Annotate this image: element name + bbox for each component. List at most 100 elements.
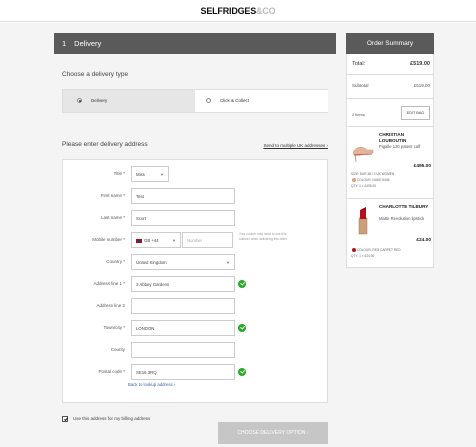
delivery-step-header: 1 Delivery: [54, 33, 336, 54]
order-summary-title: Order Summary: [346, 33, 434, 54]
mobile-hint: Your courier may need to use this number…: [239, 232, 288, 241]
colour-swatch: [352, 178, 356, 183]
bag-item: CHRISTIAN LOUBOUTIN Pigalle 120 patent c…: [351, 130, 431, 194]
country-select[interactable]: United Kingdom ▼: [131, 254, 235, 270]
item-colour: COLOUR: RED CARPET RED: [357, 248, 401, 252]
mobile-number-input[interactable]: Number: [182, 232, 233, 248]
divider: [347, 198, 433, 199]
title-select[interactable]: Miss ▼: [131, 166, 169, 182]
item-qty: QTY: 1 × £495.00: [351, 184, 377, 188]
mobile-label: Mobile number *: [92, 237, 125, 242]
title-label: Title *: [113, 171, 125, 176]
town-label: Town/city *: [103, 325, 125, 330]
step-title: Delivery: [74, 39, 102, 48]
subtotal-label: Subtotal: [352, 83, 369, 88]
total-value: £519.00: [410, 61, 430, 67]
first-name-label: First name *: [100, 193, 125, 198]
uk-flag-icon: [136, 238, 142, 243]
send-multiple-addresses-link[interactable]: Send to multiple UK addresses ›: [263, 143, 328, 148]
divider: [347, 126, 433, 127]
edit-bag-button[interactable]: EDIT BAG: [401, 106, 430, 120]
valid-check-icon: [238, 368, 246, 376]
address-line1-row: Address line 1 * 3 Abbey Gardens: [63, 276, 329, 292]
address-line1-label: Address line 1 *: [93, 281, 125, 286]
chevron-down-icon: ▼: [226, 260, 230, 265]
delivery-type-options: Delivery Click & Collect: [62, 89, 328, 113]
delivery-address-title: Please enter delivery address: [62, 141, 148, 148]
items-count: 2 items: [352, 112, 365, 117]
delivery-type-title: Choose a delivery type: [62, 71, 129, 78]
item-brand: CHRISTIAN LOUBOUTIN: [379, 132, 407, 143]
step-number: 1: [62, 39, 67, 48]
selfridges-logo[interactable]: SELFRIDGES&CO: [0, 6, 476, 16]
item-colour: COLOUR: NUDE 6046: [357, 178, 390, 182]
billing-checkbox-label: Use this address for my billing address: [73, 416, 151, 422]
subtotal-value: £519.00: [413, 83, 430, 88]
top-bar: SELFRIDGES&CO: [0, 0, 476, 22]
delivery-radio[interactable]: [77, 98, 82, 103]
billing-checkbox[interactable]: [62, 416, 68, 422]
checkout-delivery-panel: 1 Delivery Choose a delivery type Deliver…: [54, 33, 336, 447]
billing-address-checkbox-row[interactable]: Use this address for my billing address: [62, 416, 150, 422]
order-summary: Order Summary Total: £519.00 Subtotal £5…: [346, 33, 434, 268]
valid-check-icon: [238, 280, 246, 288]
mobile-row: Mobile number * GB +44 ▼ Number Your cou…: [63, 232, 329, 248]
town-row: Town/city * LONDON: [63, 320, 329, 336]
logo-main-text: SELFRIDGES: [200, 6, 257, 16]
postal-code-input[interactable]: SE16 3RQ: [131, 364, 235, 380]
address-line1-input[interactable]: 3 Abbey Gardens: [131, 276, 235, 292]
title-row: Title * Miss ▼: [63, 166, 329, 182]
delivery-option-label: Delivery: [91, 98, 108, 103]
item-brand: CHARLOTTE TILBURY: [379, 204, 429, 209]
country-value: United Kingdom: [136, 260, 167, 265]
county-label: County: [110, 347, 125, 352]
last-name-row: Last name * Scort: [63, 210, 329, 226]
county-row: County: [63, 342, 329, 358]
item-name: Matte Revolution lipstick: [379, 216, 425, 221]
town-input[interactable]: LONDON: [131, 320, 235, 336]
postal-code-label: Postal code *: [98, 369, 125, 374]
item-qty: QTY: 1 × £24.00: [351, 254, 375, 258]
checkout-page: 1 Delivery Choose a delivery type Deliver…: [0, 23, 476, 447]
country-code-value: GB +44: [144, 238, 159, 243]
click-collect-label: Click & Collect: [220, 98, 250, 103]
divider: [347, 98, 433, 99]
divider: [347, 74, 433, 75]
chevron-down-icon: ▼: [172, 238, 176, 243]
item-name: Pigalle 120 patent calf: [379, 144, 421, 149]
back-to-lookup-link[interactable]: Back to lookup address ›: [128, 382, 175, 387]
item-price: £24.00: [416, 238, 431, 243]
address-line2-input[interactable]: [131, 298, 235, 314]
item-size: SIZE: EUR 36 / 3 UK WOMEN: [351, 172, 395, 176]
postal-code-row: Postal code * SE16 3RQ: [63, 364, 329, 380]
delivery-option[interactable]: Delivery: [63, 90, 195, 112]
bag-item: CHARLOTTE TILBURY Matte Revolution lipst…: [351, 202, 431, 266]
click-collect-option[interactable]: Click & Collect: [196, 90, 328, 112]
click-collect-radio[interactable]: [206, 98, 211, 103]
logo-sub-text: &CO: [256, 6, 276, 16]
lipstick-image: [358, 207, 368, 235]
last-name-label: Last name *: [100, 215, 125, 220]
item-colour-row: COLOUR: NUDE 6046: [351, 178, 390, 183]
chevron-down-icon: ▼: [160, 172, 164, 177]
address-line2-label: Address line 2: [96, 303, 125, 308]
address-line2-row: Address line 2: [63, 298, 329, 314]
valid-check-icon: [238, 324, 246, 332]
first-name-input[interactable]: Test: [131, 188, 235, 204]
item-colour-row: COLOUR: RED CARPET RED: [351, 248, 401, 253]
county-input[interactable]: [131, 342, 235, 358]
total-row: Total: £519.00: [352, 61, 430, 67]
first-name-row: First name * Test: [63, 188, 329, 204]
item-price: £495.00: [413, 164, 431, 169]
last-name-input[interactable]: Scort: [131, 210, 235, 226]
subtotal-row: Subtotal £519.00: [352, 83, 430, 88]
title-value: Miss: [136, 172, 145, 177]
nude-heel-shoe-image: [352, 147, 374, 163]
country-label: Country *: [106, 259, 125, 264]
choose-delivery-option-button[interactable]: CHOOSE DELIVERY OPTION ›: [218, 422, 328, 444]
country-row: Country * United Kingdom ▼: [63, 254, 329, 270]
colour-swatch: [352, 248, 356, 253]
total-label: Total:: [352, 61, 366, 67]
country-code-select[interactable]: GB +44 ▼: [131, 232, 181, 248]
address-form: Title * Miss ▼ First name * Test Last na…: [62, 159, 328, 403]
